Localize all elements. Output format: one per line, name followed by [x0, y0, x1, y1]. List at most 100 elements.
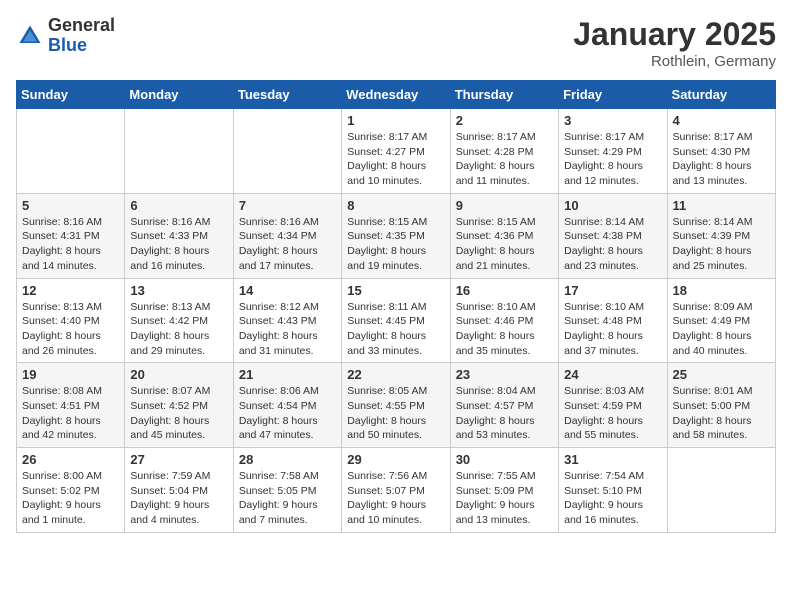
day-number: 2 — [456, 113, 553, 128]
calendar-cell: 18 Sunrise: 8:09 AM Sunset: 4:49 PM Dayli… — [667, 278, 775, 363]
calendar-cell: 7 Sunrise: 8:16 AM Sunset: 4:34 PM Daylig… — [233, 193, 341, 278]
day-number: 9 — [456, 198, 553, 213]
day-info: Sunrise: 8:13 AM Sunset: 4:40 PM Dayligh… — [22, 300, 119, 359]
weekday-header: Thursday — [450, 81, 558, 109]
day-number: 29 — [347, 452, 444, 467]
day-info: Sunrise: 8:15 AM Sunset: 4:36 PM Dayligh… — [456, 215, 553, 274]
day-number: 5 — [22, 198, 119, 213]
calendar-cell: 2Sunrise: 8:17 AM Sunset: 4:28 PM Daylig… — [450, 109, 558, 194]
logo-icon — [16, 22, 44, 50]
calendar-cell — [125, 109, 233, 194]
day-info: Sunrise: 8:17 AM Sunset: 4:27 PM Dayligh… — [347, 130, 444, 189]
day-info: Sunrise: 8:09 AM Sunset: 4:49 PM Dayligh… — [673, 300, 770, 359]
calendar-cell: 10 Sunrise: 8:14 AM Sunset: 4:38 PM Dayli… — [559, 193, 667, 278]
day-number: 30 — [456, 452, 553, 467]
day-info: Sunrise: 8:16 AM Sunset: 4:33 PM Dayligh… — [130, 215, 227, 274]
day-number: 28 — [239, 452, 336, 467]
calendar-cell: 20Sunrise: 8:07 AM Sunset: 4:52 PM Dayli… — [125, 363, 233, 448]
calendar-cell: 12 Sunrise: 8:13 AM Sunset: 4:40 PM Dayli… — [17, 278, 125, 363]
calendar-cell — [17, 109, 125, 194]
day-info: Sunrise: 8:13 AM Sunset: 4:42 PM Dayligh… — [130, 300, 227, 359]
day-number: 4 — [673, 113, 770, 128]
day-info: Sunrise: 8:04 AM Sunset: 4:57 PM Dayligh… — [456, 384, 553, 443]
weekday-header: Friday — [559, 81, 667, 109]
calendar-cell: 1 Sunrise: 8:17 AM Sunset: 4:27 PM Daylig… — [342, 109, 450, 194]
calendar-cell: 30 Sunrise: 7:55 AM Sunset: 5:09 PM Dayli… — [450, 448, 558, 533]
calendar-cell: 14Sunrise: 8:12 AM Sunset: 4:43 PM Dayli… — [233, 278, 341, 363]
weekday-header: Tuesday — [233, 81, 341, 109]
calendar-cell: 19Sunrise: 8:08 AM Sunset: 4:51 PM Dayli… — [17, 363, 125, 448]
calendar-cell: 27 Sunrise: 7:59 AM Sunset: 5:04 PM Dayli… — [125, 448, 233, 533]
calendar-cell — [667, 448, 775, 533]
calendar-cell: 9 Sunrise: 8:15 AM Sunset: 4:36 PM Daylig… — [450, 193, 558, 278]
weekday-header: Sunday — [17, 81, 125, 109]
day-info: Sunrise: 8:01 AM Sunset: 5:00 PM Dayligh… — [673, 384, 770, 443]
weekday-header-row: SundayMondayTuesdayWednesdayThursdayFrid… — [17, 81, 776, 109]
calendar-table: SundayMondayTuesdayWednesdayThursdayFrid… — [16, 80, 776, 533]
day-number: 31 — [564, 452, 661, 467]
day-number: 6 — [130, 198, 227, 213]
day-number: 25 — [673, 367, 770, 382]
day-info: Sunrise: 8:06 AM Sunset: 4:54 PM Dayligh… — [239, 384, 336, 443]
day-number: 13 — [130, 283, 227, 298]
logo-blue: Blue — [48, 36, 115, 56]
weekday-header: Saturday — [667, 81, 775, 109]
weekday-header: Wednesday — [342, 81, 450, 109]
day-info: Sunrise: 8:05 AM Sunset: 4:55 PM Dayligh… — [347, 384, 444, 443]
day-number: 15 — [347, 283, 444, 298]
day-info: Sunrise: 8:16 AM Sunset: 4:31 PM Dayligh… — [22, 215, 119, 274]
day-number: 27 — [130, 452, 227, 467]
day-number: 19 — [22, 367, 119, 382]
day-number: 26 — [22, 452, 119, 467]
day-info: Sunrise: 8:17 AM Sunset: 4:29 PM Dayligh… — [564, 130, 661, 189]
day-info: Sunrise: 8:12 AM Sunset: 4:43 PM Dayligh… — [239, 300, 336, 359]
day-info: Sunrise: 7:55 AM Sunset: 5:09 PM Dayligh… — [456, 469, 553, 528]
day-number: 3 — [564, 113, 661, 128]
calendar-cell: 3 Sunrise: 8:17 AM Sunset: 4:29 PM Daylig… — [559, 109, 667, 194]
calendar-cell: 15 Sunrise: 8:11 AM Sunset: 4:45 PM Dayli… — [342, 278, 450, 363]
calendar-cell: 28Sunrise: 7:58 AM Sunset: 5:05 PM Dayli… — [233, 448, 341, 533]
day-number: 7 — [239, 198, 336, 213]
day-info: Sunrise: 8:10 AM Sunset: 4:46 PM Dayligh… — [456, 300, 553, 359]
calendar-cell: 31 Sunrise: 7:54 AM Sunset: 5:10 PM Dayli… — [559, 448, 667, 533]
day-number: 8 — [347, 198, 444, 213]
day-number: 20 — [130, 367, 227, 382]
calendar-cell: 6 Sunrise: 8:16 AM Sunset: 4:33 PM Daylig… — [125, 193, 233, 278]
day-info: Sunrise: 8:16 AM Sunset: 4:34 PM Dayligh… — [239, 215, 336, 274]
day-info: Sunrise: 8:17 AM Sunset: 4:30 PM Dayligh… — [673, 130, 770, 189]
day-info: Sunrise: 8:14 AM Sunset: 4:38 PM Dayligh… — [564, 215, 661, 274]
weekday-header: Monday — [125, 81, 233, 109]
calendar-week-row: 5 Sunrise: 8:16 AM Sunset: 4:31 PM Daylig… — [17, 193, 776, 278]
calendar-cell — [233, 109, 341, 194]
day-number: 12 — [22, 283, 119, 298]
calendar-week-row: 26Sunrise: 8:00 AM Sunset: 5:02 PM Dayli… — [17, 448, 776, 533]
day-info: Sunrise: 8:11 AM Sunset: 4:45 PM Dayligh… — [347, 300, 444, 359]
calendar-cell: 21Sunrise: 8:06 AM Sunset: 4:54 PM Dayli… — [233, 363, 341, 448]
page-header: General Blue January 2025 Rothlein, Germ… — [16, 16, 776, 70]
calendar-cell: 29 Sunrise: 7:56 AM Sunset: 5:07 PM Dayli… — [342, 448, 450, 533]
calendar-cell: 26Sunrise: 8:00 AM Sunset: 5:02 PM Dayli… — [17, 448, 125, 533]
calendar-week-row: 1 Sunrise: 8:17 AM Sunset: 4:27 PM Daylig… — [17, 109, 776, 194]
logo: General Blue — [16, 16, 115, 56]
day-number: 1 — [347, 113, 444, 128]
day-info: Sunrise: 7:54 AM Sunset: 5:10 PM Dayligh… — [564, 469, 661, 528]
title-block: January 2025 Rothlein, Germany — [573, 16, 776, 70]
calendar-cell: 17Sunrise: 8:10 AM Sunset: 4:48 PM Dayli… — [559, 278, 667, 363]
calendar-cell: 23Sunrise: 8:04 AM Sunset: 4:57 PM Dayli… — [450, 363, 558, 448]
calendar-cell: 22 Sunrise: 8:05 AM Sunset: 4:55 PM Dayli… — [342, 363, 450, 448]
day-info: Sunrise: 7:56 AM Sunset: 5:07 PM Dayligh… — [347, 469, 444, 528]
calendar-cell: 25 Sunrise: 8:01 AM Sunset: 5:00 PM Dayli… — [667, 363, 775, 448]
calendar-cell: 16 Sunrise: 8:10 AM Sunset: 4:46 PM Dayli… — [450, 278, 558, 363]
calendar-cell: 8Sunrise: 8:15 AM Sunset: 4:35 PM Daylig… — [342, 193, 450, 278]
day-number: 22 — [347, 367, 444, 382]
logo-text: General Blue — [48, 16, 115, 56]
day-info: Sunrise: 8:03 AM Sunset: 4:59 PM Dayligh… — [564, 384, 661, 443]
day-info: Sunrise: 8:14 AM Sunset: 4:39 PM Dayligh… — [673, 215, 770, 274]
day-info: Sunrise: 8:10 AM Sunset: 4:48 PM Dayligh… — [564, 300, 661, 359]
day-info: Sunrise: 7:59 AM Sunset: 5:04 PM Dayligh… — [130, 469, 227, 528]
calendar-cell: 11Sunrise: 8:14 AM Sunset: 4:39 PM Dayli… — [667, 193, 775, 278]
calendar-week-row: 19Sunrise: 8:08 AM Sunset: 4:51 PM Dayli… — [17, 363, 776, 448]
day-number: 18 — [673, 283, 770, 298]
day-number: 10 — [564, 198, 661, 213]
day-number: 16 — [456, 283, 553, 298]
